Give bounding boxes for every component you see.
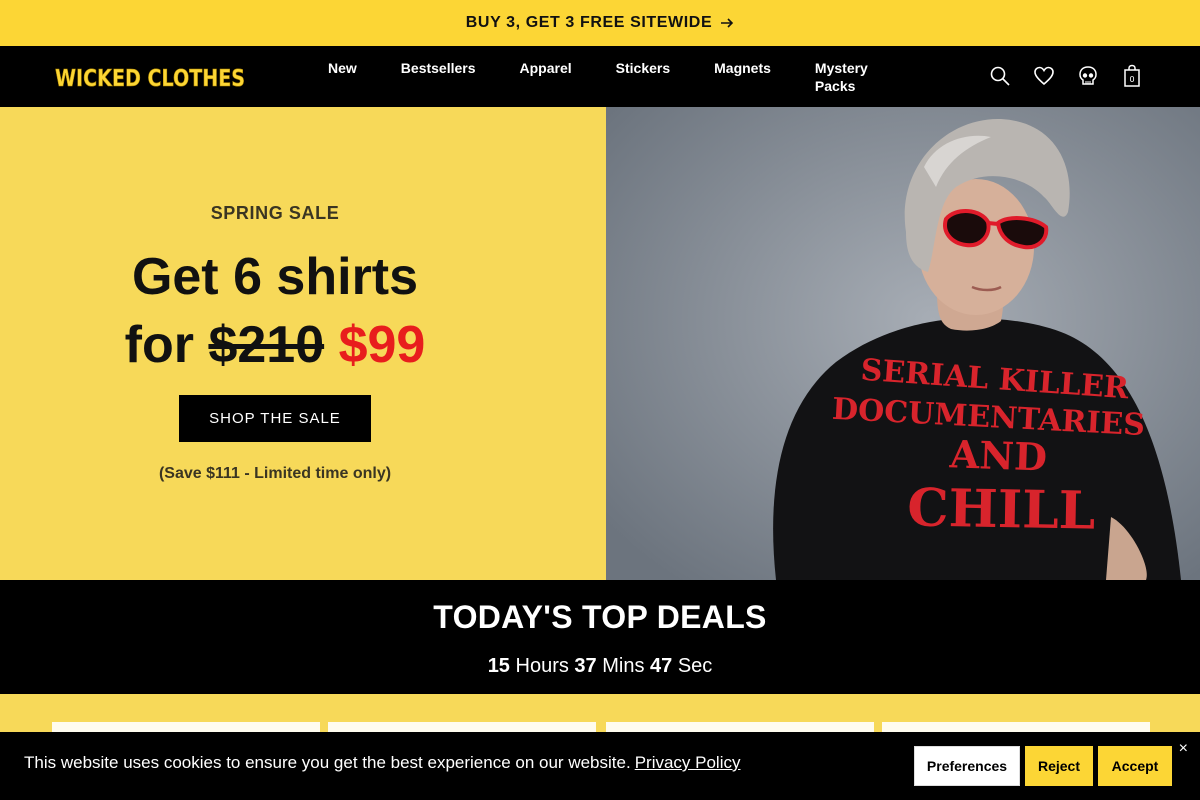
cookie-text: This website uses cookies to ensure you … [24, 753, 631, 772]
cookie-reject-button[interactable]: Reject [1025, 746, 1093, 786]
skull-account-icon[interactable] [1076, 64, 1100, 88]
hero-for: for [124, 316, 194, 374]
announcement-text: BUY 3, GET 3 FREE SITEWIDE [465, 14, 713, 31]
svg-text:WICKED CLOTHES: WICKED CLOTHES [55, 66, 245, 92]
hero-save-note: (Save $111 - Limited time only) [158, 465, 392, 482]
countdown-secs: 47 [650, 655, 673, 677]
hero-eyebrow: SPRING SALE [210, 203, 340, 223]
svg-text:CHILL: CHILL [907, 477, 1096, 541]
cookie-message: This website uses cookies to ensure you … [24, 753, 741, 773]
shopping-bag-icon[interactable]: 0 [1120, 64, 1144, 88]
hero-new-price: $99 [338, 316, 426, 374]
search-icon[interactable] [988, 64, 1012, 88]
countdown-secs-label: Sec [677, 655, 713, 677]
close-icon[interactable]: × [1179, 740, 1188, 758]
nav-item-magnets[interactable]: Magnets [714, 59, 771, 95]
countdown-hours: 15 [487, 655, 510, 677]
hero-old-price: $210 [208, 316, 325, 374]
hero-headline: Get 6 shirts for $210 $99 [0, 243, 550, 379]
arrow-right-icon [721, 18, 734, 28]
hero-banner: SPRING SALE Get 6 shirts for $210 $99 SH… [0, 107, 1200, 580]
nav-mystery-line2: Packs [814, 78, 856, 94]
announcement-bar: BUY 3, GET 3 FREE SITEWIDE [0, 0, 1200, 46]
privacy-policy-link[interactable]: Privacy Policy [635, 753, 741, 772]
hero-headline-line2: for $210 $99 [0, 311, 550, 379]
heart-icon[interactable] [1032, 64, 1056, 88]
nav-item-mystery-packs[interactable]: Mystery Packs [815, 59, 877, 95]
hero-image: SERIAL KILLER DOCUMENTARIES AND CHILL [606, 107, 1200, 580]
site-header: WICKED CLOTHES New Bestsellers Apparel S… [0, 46, 1200, 107]
countdown-timer: 15 Hours 37 Mins 47 Sec [0, 655, 1200, 678]
top-deals-section: TODAY'S TOP DEALS 15 Hours 37 Mins 47 Se… [0, 580, 1200, 694]
cookie-banner: This website uses cookies to ensure you … [0, 732, 1200, 800]
nav-mystery-line1: Mystery [814, 60, 868, 76]
main-nav: New Bestsellers Apparel Stickers Magnets… [328, 59, 877, 95]
announcement-link[interactable]: BUY 3, GET 3 FREE SITEWIDE [466, 14, 734, 32]
svg-text:AND: AND [948, 431, 1048, 479]
hero-promo-panel: SPRING SALE Get 6 shirts for $210 $99 SH… [0, 107, 606, 580]
nav-item-bestsellers[interactable]: Bestsellers [401, 59, 476, 95]
model-photo-illustration: SERIAL KILLER DOCUMENTARIES AND CHILL [606, 107, 1200, 580]
hero-headline-line1: Get 6 shirts [131, 248, 419, 306]
nav-item-apparel[interactable]: Apparel [520, 59, 572, 95]
countdown-mins: 37 [574, 655, 597, 677]
countdown-mins-label: Mins [602, 655, 645, 677]
nav-item-new[interactable]: New [328, 59, 357, 95]
wicked-clothes-logo[interactable]: WICKED CLOTHES [55, 60, 247, 94]
cookie-accept-button[interactable]: Accept [1098, 746, 1172, 786]
cookie-preferences-button[interactable]: Preferences [914, 746, 1020, 786]
nav-item-stickers[interactable]: Stickers [616, 59, 670, 95]
countdown-hours-label: Hours [515, 655, 569, 677]
cart-count: 0 [1129, 75, 1134, 84]
shop-the-sale-button[interactable]: SHOP THE SALE [179, 395, 371, 442]
top-deals-title: TODAY'S TOP DEALS [433, 599, 767, 635]
